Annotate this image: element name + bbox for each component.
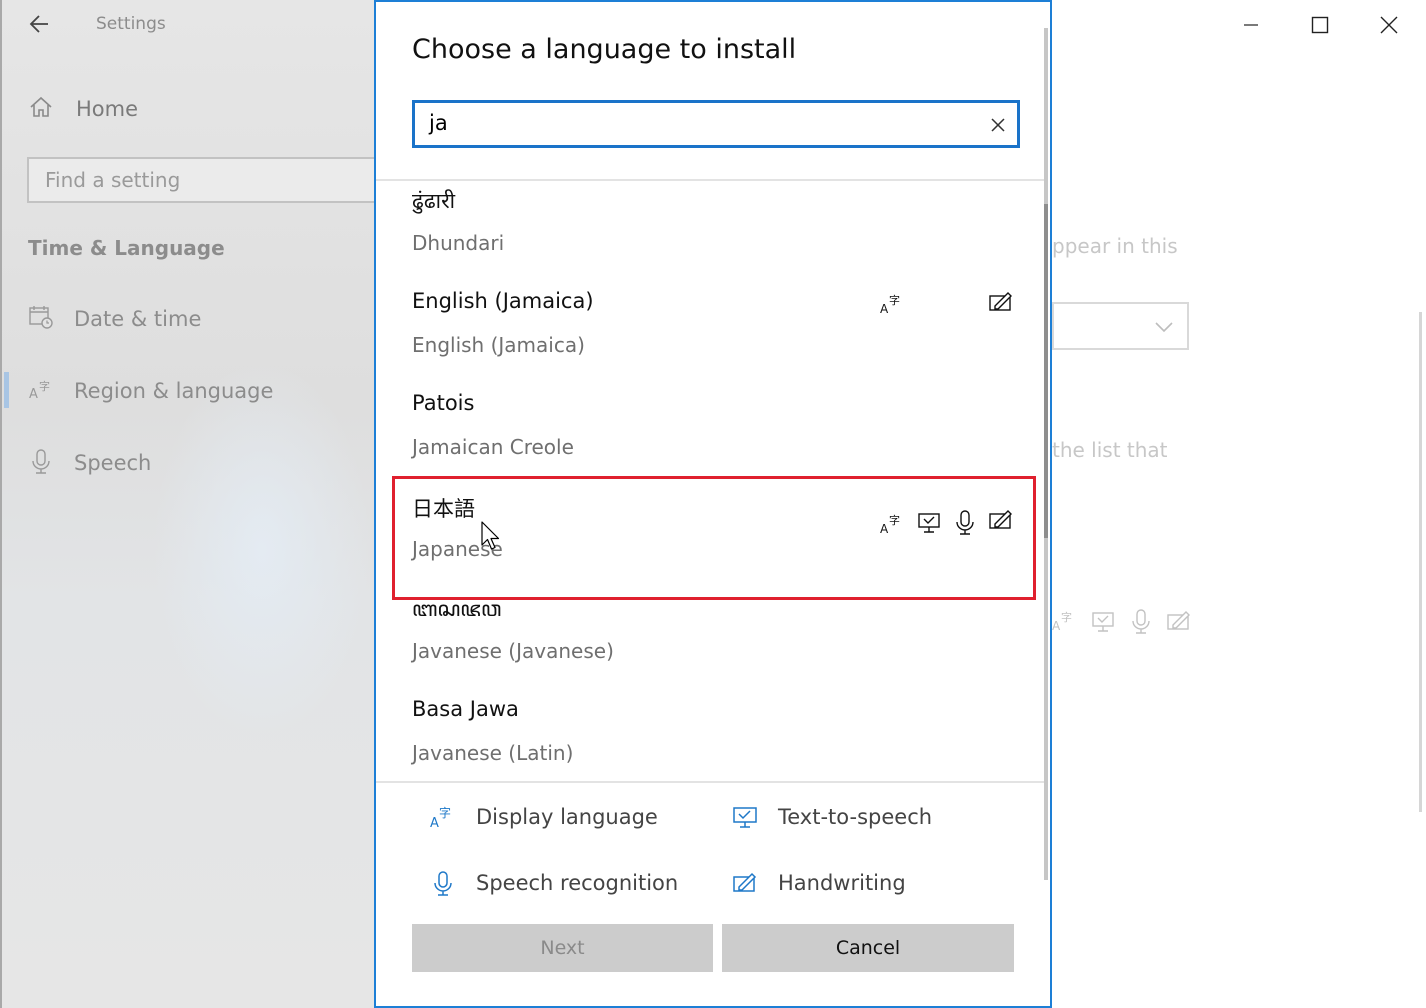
display-language-icon: A字 (430, 804, 456, 831)
language-item-english-jamaica[interactable]: English (Jamaica) English (Jamaica) A字 (392, 275, 1032, 377)
cancel-button[interactable]: Cancel (722, 924, 1014, 972)
text-to-speech-icon (732, 804, 758, 830)
svg-text:A: A (1052, 619, 1061, 633)
home-icon (28, 94, 54, 124)
legend-label: Speech recognition (476, 871, 679, 895)
legend-text-to-speech: Text-to-speech (732, 800, 932, 834)
search-value: ja (429, 111, 448, 135)
choose-language-dialog: Choose a language to install ja ढुंढारी … (374, 0, 1052, 1008)
maximize-icon[interactable] (1305, 10, 1335, 40)
minimize-icon[interactable] (1236, 10, 1266, 40)
language-item-dhundari[interactable]: ढुंढारी Dhundari (392, 181, 1032, 275)
language-native-name: ढुंढारी (412, 189, 456, 213)
sidebar-item-label: Date & time (74, 307, 202, 331)
microphone-icon (28, 448, 54, 478)
language-icon: A字 (28, 376, 54, 406)
sidebar-item-label: Region & language (74, 379, 274, 403)
legend-label: Handwriting (778, 871, 906, 895)
calendar-clock-icon (28, 304, 54, 334)
app-title: Settings (96, 14, 166, 34)
background-feature-icons: A字 (1052, 608, 1192, 638)
language-english-name: Dhundari (412, 231, 505, 255)
language-english-name: English (Jamaica) (412, 333, 585, 357)
dialog-title: Choose a language to install (412, 34, 797, 65)
sidebar-item-speech[interactable]: Speech (28, 448, 151, 478)
language-native-name: Basa Jawa (412, 697, 519, 721)
sidebar-home-label: Home (76, 97, 139, 121)
language-english-name: Jamaican Creole (412, 435, 574, 459)
settings-sidebar: Settings Home Find a setting Time & Lang… (0, 0, 387, 1008)
display-language-icon: A字 (880, 291, 906, 317)
speech-recognition-icon (1128, 608, 1154, 638)
language-english-name: Javanese (Latin) (412, 741, 574, 765)
text-to-speech-icon (1090, 608, 1116, 638)
sidebar-item-home[interactable]: Home (28, 94, 138, 124)
svg-text:字: 字 (1061, 610, 1072, 624)
svg-text:A: A (29, 387, 38, 402)
language-item-basa-jawa[interactable]: Basa Jawa Javanese (Latin) (392, 683, 1032, 781)
legend-handwriting: Handwriting (732, 866, 906, 900)
speech-recognition-icon (430, 870, 456, 896)
sidebar-item-region-language[interactable]: A字 Region & language (28, 376, 273, 406)
sidebar-item-date-time[interactable]: Date & time (28, 304, 201, 334)
mouse-cursor-icon (481, 521, 503, 557)
handwriting-icon (988, 289, 1014, 315)
handwriting-icon (732, 870, 758, 896)
find-setting-input[interactable]: Find a setting (27, 157, 387, 203)
back-arrow-icon[interactable] (26, 10, 54, 38)
background-dropdown[interactable] (1052, 302, 1189, 350)
legend-label: Text-to-speech (778, 805, 933, 829)
language-native-name: Patois (412, 391, 475, 415)
legend-label: Display language (476, 805, 658, 829)
svg-text:A: A (880, 302, 889, 316)
legend-speech-recognition: Speech recognition (430, 866, 678, 900)
sidebar-acrylic-glow (152, 360, 372, 740)
close-icon[interactable] (1374, 10, 1404, 40)
chevron-down-icon (1155, 318, 1173, 337)
handwriting-icon (1166, 608, 1192, 638)
section-title: Time & Language (28, 236, 225, 260)
language-item-patois[interactable]: Patois Jamaican Creole (392, 377, 1032, 479)
list-divider (376, 781, 1048, 783)
language-english-name: Javanese (Javanese) (412, 639, 614, 663)
sidebar-item-label: Speech (74, 451, 152, 475)
display-language-icon: A字 (1052, 608, 1078, 638)
dialog-scrollbar-thumb[interactable] (1044, 204, 1048, 538)
selection-indicator (4, 372, 9, 408)
language-native-name: English (Jamaica) (412, 289, 594, 313)
settings-main-pane (1052, 0, 1426, 1008)
svg-text:字: 字 (889, 293, 900, 307)
main-scrollbar[interactable] (1419, 312, 1422, 812)
next-button[interactable]: Next (412, 924, 713, 972)
background-text: the list that (1052, 438, 1168, 462)
background-text: ppear in this (1052, 234, 1178, 258)
svg-text:字: 字 (439, 805, 451, 820)
language-search-input[interactable]: ja (412, 100, 1020, 148)
clear-search-icon[interactable] (989, 115, 1007, 133)
svg-text:字: 字 (39, 379, 50, 393)
legend-display-language: A字 Display language (430, 800, 658, 834)
svg-text:A: A (430, 816, 439, 830)
